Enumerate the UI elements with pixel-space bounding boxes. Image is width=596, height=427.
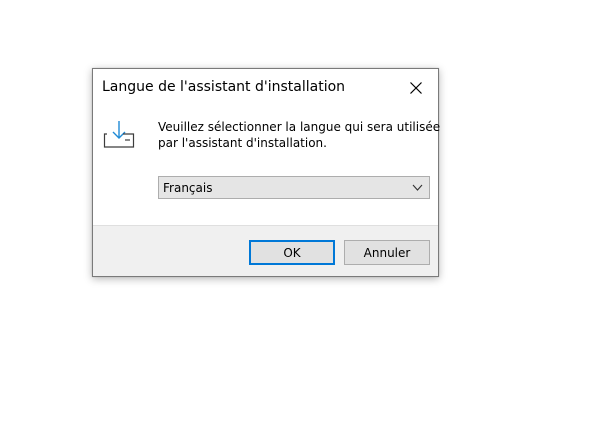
language-dialog: Langue de l'assistant d'installation Veu… (92, 68, 440, 277)
download-install-icon (103, 121, 135, 148)
close-icon (410, 82, 422, 94)
instruction-line-1: Veuillez sélectionner la langue qui sera… (158, 120, 441, 134)
language-select[interactable]: Français (158, 176, 430, 199)
instruction-text: Veuillez sélectionner la langue qui sera… (158, 119, 440, 151)
language-select-value: Français (163, 181, 213, 195)
ok-button[interactable]: OK (249, 240, 335, 265)
dialog-footer: OK Annuler (93, 226, 438, 276)
title-bar[interactable]: Langue de l'assistant d'installation (93, 69, 438, 107)
chevron-down-icon (412, 184, 423, 191)
instruction-line-2: par l'assistant d'installation. (158, 136, 327, 150)
close-button[interactable] (394, 69, 438, 107)
cancel-button[interactable]: Annuler (344, 240, 430, 265)
dialog-title: Langue de l'assistant d'installation (102, 79, 346, 95)
dialog-content: Veuillez sélectionner la langue qui sera… (93, 107, 440, 225)
